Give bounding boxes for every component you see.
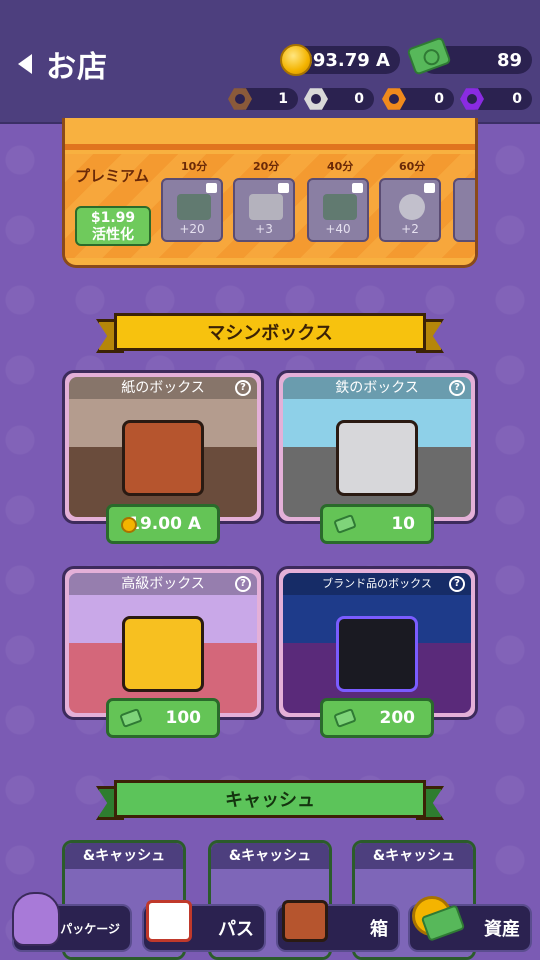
brand-box-icon (336, 616, 418, 693)
nav-package[interactable]: パッケージ (12, 892, 132, 952)
lock-icon (278, 183, 289, 193)
orange-nut-icon (382, 88, 406, 110)
machine-box-ribbon: マシンボックス (96, 313, 444, 353)
premium-label: プレミアム (75, 167, 149, 185)
nav-box-label: 箱 (370, 919, 388, 940)
tier-time: 10分 (181, 160, 208, 173)
premium-price: $1.99 (90, 210, 136, 226)
reward-amount: +20 (179, 222, 205, 236)
nav-pass-label: パス (218, 919, 254, 940)
nut-balance-value: 0 (434, 91, 444, 107)
character-icon (12, 892, 60, 946)
iron-box-icon (336, 420, 418, 497)
nut-balance-value: 0 (512, 91, 522, 107)
box-name: 高級ボックス (69, 573, 257, 595)
lock-icon (352, 183, 363, 193)
tier-time: 40分 (327, 160, 354, 173)
coin-balance-value: 893.79 A (300, 49, 390, 71)
bronze-nut-icon (228, 88, 252, 110)
nav-assets-label: 資産 (484, 919, 520, 940)
box-price: 19.00 A (128, 514, 201, 534)
cash-reward-icon (177, 194, 211, 220)
coin-icon (121, 517, 137, 533)
nut-reward-icon (399, 194, 425, 220)
cash-pack-title: &キャッシュ (355, 843, 473, 869)
lock-icon (206, 183, 217, 193)
nav-assets[interactable]: 資産 (408, 896, 532, 952)
box-scene: 紙のボックス ? (69, 377, 257, 517)
box-card-iron[interactable]: 鉄のボックス ? (276, 370, 478, 524)
back-button[interactable]: お店 (18, 42, 108, 86)
nut-balance-value: 1 (278, 91, 288, 107)
premium-box-icon (122, 616, 204, 693)
box-price: 10 (391, 514, 415, 534)
cash-balance[interactable]: 89 (406, 36, 532, 76)
coin-icon (280, 44, 312, 76)
silver-nut-icon (304, 88, 328, 110)
nut-balance-bronze[interactable]: 1 (228, 88, 298, 110)
help-icon[interactable]: ? (235, 576, 251, 592)
box-name: 紙のボックス (69, 377, 257, 399)
reward-amount: +2 (401, 222, 419, 236)
buy-paper-box-button[interactable]: 19.00 A (106, 504, 220, 544)
cash-pack-title: &キャッシュ (65, 843, 183, 869)
calendar-check-icon (146, 900, 192, 942)
premium-activate-button[interactable]: $1.99 活性化 (75, 206, 151, 246)
back-arrow-icon (18, 54, 32, 74)
help-icon[interactable]: ? (235, 380, 251, 396)
cash-balance-value: 89 (496, 49, 522, 71)
machine-box-title: マシンボックス (207, 323, 333, 344)
premium-activate-label: 活性化 (92, 227, 134, 243)
reward-amount: +40 (325, 222, 351, 236)
lock-icon (424, 183, 435, 193)
box-reward-icon (249, 194, 283, 220)
help-icon[interactable]: ? (449, 576, 465, 592)
buy-iron-box-button[interactable]: 10 (320, 504, 434, 544)
nav-box[interactable]: 箱 (276, 900, 400, 952)
nut-balance-orange[interactable]: 0 (382, 88, 454, 110)
cash-icon (333, 708, 357, 728)
cash-ribbon: キャッシュ (96, 780, 444, 820)
nut-balance-purple[interactable]: 0 (460, 88, 532, 110)
cash-icon (333, 514, 357, 534)
tier-time: 20分 (253, 160, 280, 173)
cash-icon (119, 708, 143, 728)
buy-brand-box-button[interactable]: 200 (320, 698, 434, 738)
page-title: お店 (46, 50, 108, 85)
box-card-premium[interactable]: 高級ボックス ? (62, 566, 264, 720)
premium-progress-track (65, 144, 475, 150)
cash-reward-icon (323, 194, 357, 220)
premium-tier-reward[interactable]: +3 (233, 178, 295, 242)
reward-amount: +3 (255, 222, 273, 236)
paper-box-icon (122, 420, 204, 497)
premium-tier-reward-partial[interactable] (453, 178, 475, 242)
coin-balance[interactable]: 893.79 A (280, 44, 400, 76)
nut-balance-silver[interactable]: 0 (304, 88, 374, 110)
purple-nut-icon (460, 88, 484, 110)
buy-premium-box-button[interactable]: 100 (106, 698, 220, 738)
premium-tier-reward[interactable]: +20 (161, 178, 223, 242)
premium-tier-reward[interactable]: +40 (307, 178, 369, 242)
box-icon (282, 900, 328, 942)
box-scene: 高級ボックス ? (69, 573, 257, 713)
nut-balance-value: 0 (354, 91, 364, 107)
box-price: 100 (165, 708, 202, 728)
cash-icon (406, 36, 452, 76)
box-name: ブランド品のボックス (283, 573, 471, 595)
box-scene: 鉄のボックス ? (283, 377, 471, 517)
box-card-brand[interactable]: ブランド品のボックス ? (276, 566, 478, 720)
box-scene: ブランド品のボックス ? (283, 573, 471, 713)
tier-time: 60分 (399, 160, 426, 173)
premium-pass-panel: プレミアム $1.99 活性化 10分 20分 40分 60分 +20 +3 +… (62, 118, 478, 268)
box-card-paper[interactable]: 紙のボックス ? (62, 370, 264, 524)
nav-pass[interactable]: パス (142, 900, 266, 952)
premium-tier-reward[interactable]: +2 (379, 178, 441, 242)
top-bar: お店 893.79 A 89 1 0 0 0 (0, 0, 540, 124)
box-price: 200 (379, 708, 416, 728)
help-icon[interactable]: ? (449, 380, 465, 396)
nav-package-label: パッケージ (60, 921, 120, 936)
box-name: 鉄のボックス (283, 377, 471, 399)
cash-pack-title: &キャッシュ (211, 843, 329, 869)
cash-section-title: キャッシュ (225, 790, 315, 811)
